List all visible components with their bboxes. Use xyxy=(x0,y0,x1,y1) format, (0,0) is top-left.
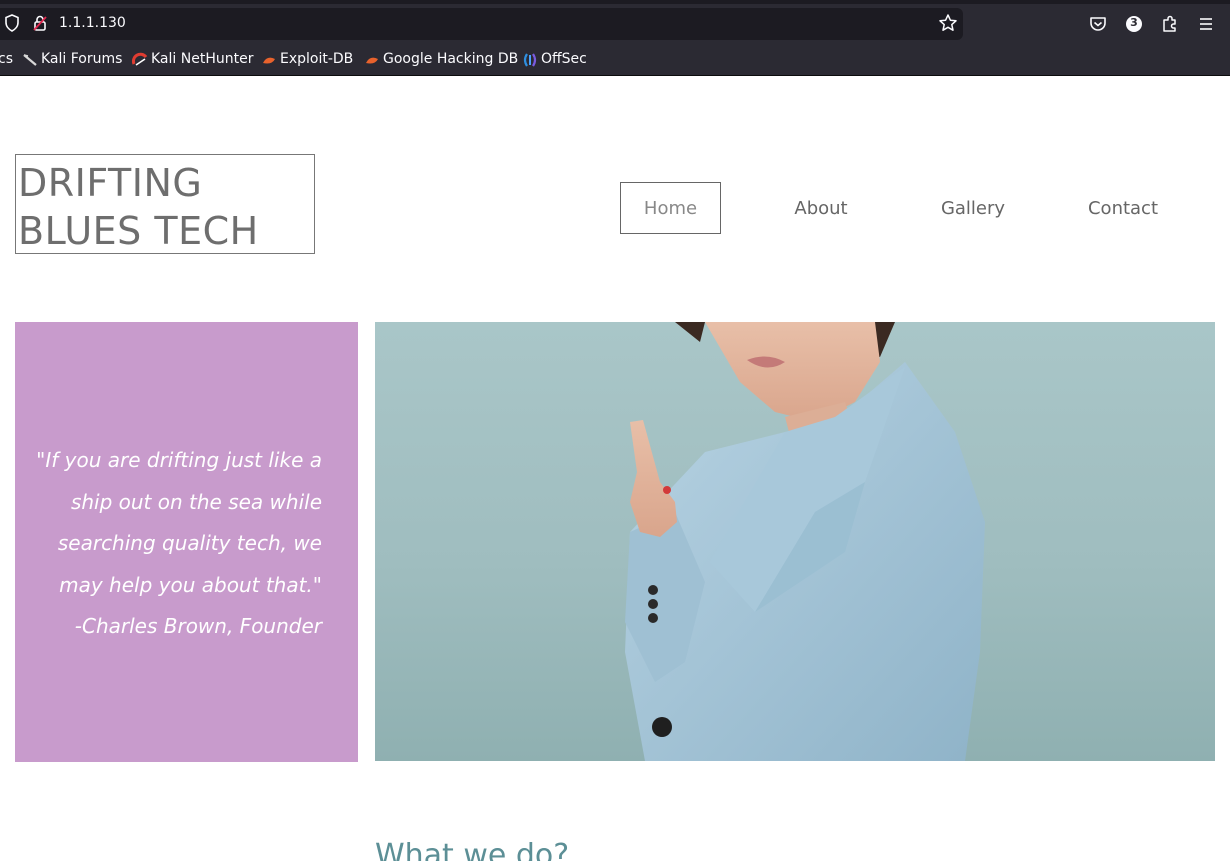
exploitdb-icon xyxy=(261,52,275,66)
toolbar-divider xyxy=(0,75,1230,76)
bookmark-offsec[interactable]: OffSec xyxy=(522,51,587,67)
extension-badge-icon[interactable]: 3 xyxy=(1124,14,1144,34)
pocket-icon[interactable] xyxy=(1088,14,1108,34)
logo-line-1: DRIFTING xyxy=(18,161,203,205)
insecure-lock-icon[interactable] xyxy=(32,14,48,36)
founder-quote-panel: "If you are drifting just like a ship ou… xyxy=(15,322,358,762)
quote-author: -Charles Brown, Founder xyxy=(74,614,322,638)
nav-about[interactable]: About xyxy=(770,182,872,234)
nav-home[interactable]: Home xyxy=(620,182,721,234)
address-bar[interactable]: 1.1.1.130 xyxy=(0,8,963,40)
logo-line-2: BLUES TECH xyxy=(18,209,259,253)
bookmark-kali-nethunter[interactable]: Kali NetHunter xyxy=(131,51,253,67)
woman-in-blue-blazer-image xyxy=(625,322,985,761)
bookmark-exploit-db[interactable]: Exploit-DB xyxy=(261,51,353,67)
extensions-puzzle-icon[interactable] xyxy=(1160,14,1180,34)
nav-contact[interactable]: Contact xyxy=(1072,182,1174,234)
hamburger-menu-icon[interactable] xyxy=(1196,14,1216,34)
kali-dragon-icon xyxy=(22,52,37,66)
nethunter-icon xyxy=(131,52,148,66)
offsec-icon xyxy=(522,52,537,67)
bookmark-google-hacking-db[interactable]: Google Hacking DB xyxy=(364,51,518,67)
tracking-protection-shield-icon[interactable] xyxy=(4,14,20,36)
extension-badge-count: 3 xyxy=(1130,16,1138,29)
browser-toolbar: 1.1.1.130 3 cs Kali Forums Kali NetHunte… xyxy=(0,0,1230,76)
hero-image xyxy=(375,322,1215,761)
bookmark-kali-docs[interactable]: cs xyxy=(0,51,13,67)
section-title-what-we-do: What we do? xyxy=(375,838,570,861)
url-text[interactable]: 1.1.1.130 xyxy=(59,15,126,31)
ghdb-icon xyxy=(364,52,378,66)
bookmark-star-icon[interactable] xyxy=(938,13,958,37)
bookmark-kali-forums[interactable]: Kali Forums xyxy=(22,51,122,67)
quote-text: "If you are drifting just like a ship ou… xyxy=(36,448,322,597)
bookmarks-toolbar: cs Kali Forums Kali NetHunter Exploit-DB… xyxy=(0,46,1230,74)
tab-strip-edge xyxy=(0,0,1230,4)
nav-gallery[interactable]: Gallery xyxy=(922,182,1024,234)
site-logo[interactable]: DRIFTING BLUES TECH xyxy=(15,154,315,254)
founder-quote: "If you are drifting just like a ship ou… xyxy=(32,440,322,648)
